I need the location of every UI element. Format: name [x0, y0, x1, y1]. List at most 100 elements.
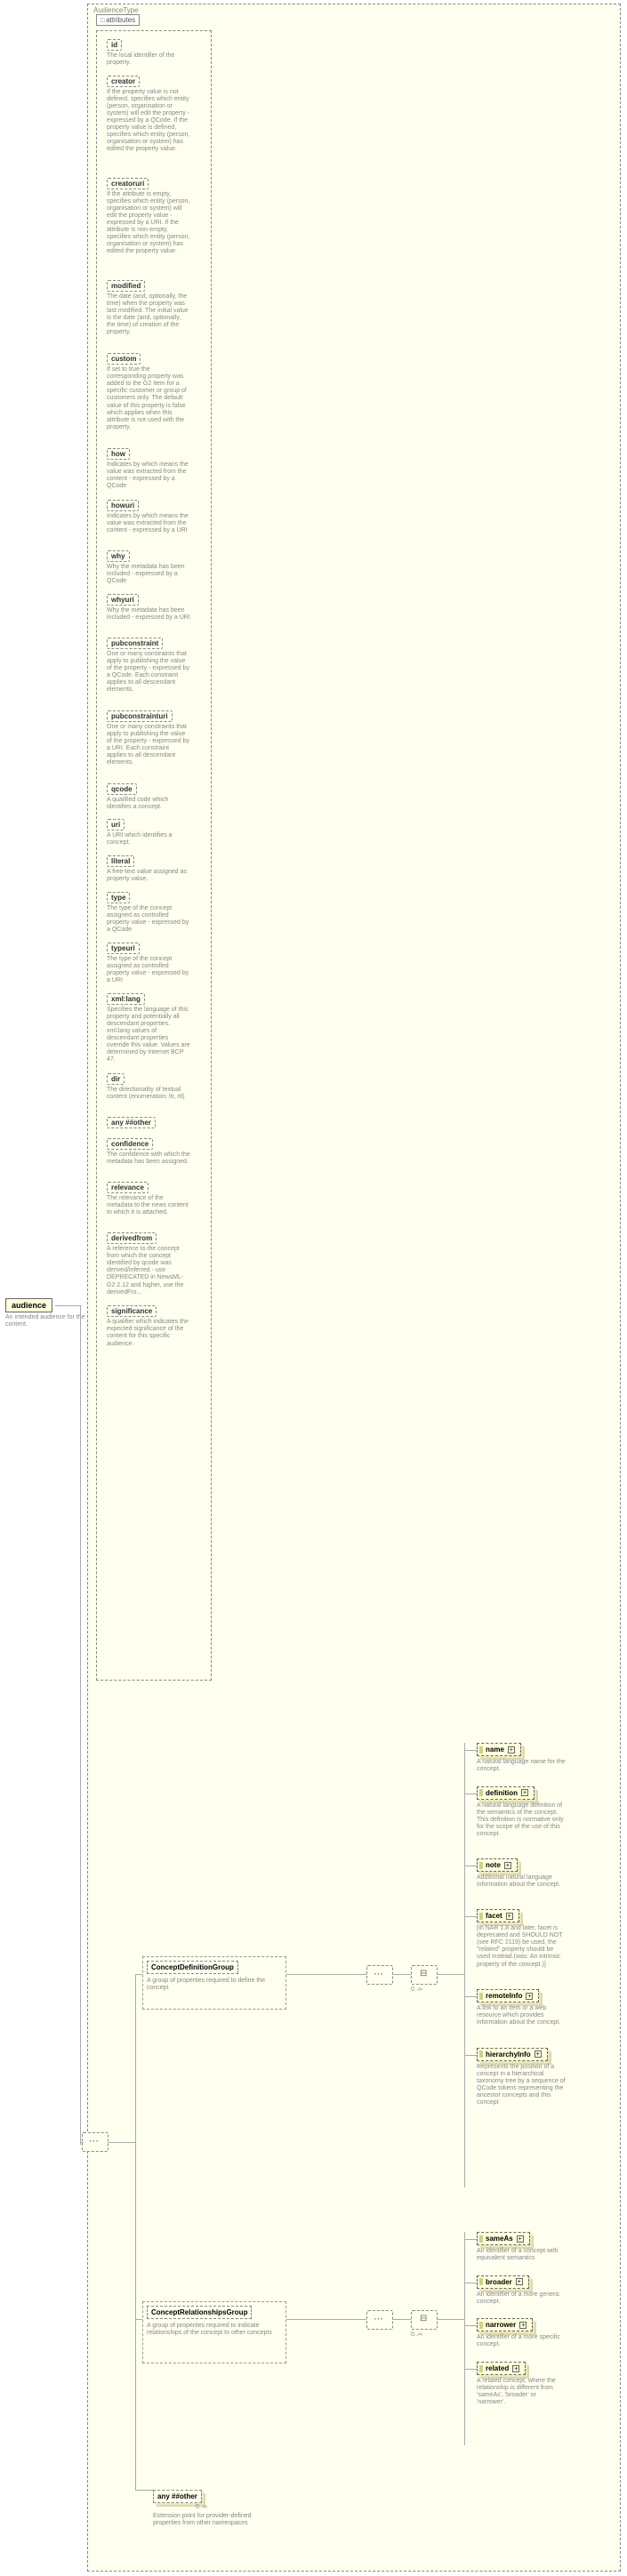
element-note: note+ — [477, 1858, 518, 1872]
attribute-description: If the attribute is empty, specifies whi… — [107, 191, 190, 255]
attribute-why: why Why the metadata has been included - … — [107, 550, 190, 585]
attribute-description: The local identifier of the property. — [107, 52, 190, 67]
attribute-name: xml:lang — [107, 993, 145, 1005]
connector — [464, 2055, 477, 2056]
attribute-description: Indicates by which means the value was e… — [107, 461, 190, 490]
attribute-description: A reference to the concept from which th… — [107, 1246, 190, 1296]
connector — [286, 1974, 366, 1975]
attribute-significance: significance A qualifier which indicates … — [107, 1305, 190, 1347]
element-name: sameAs — [486, 2235, 513, 2243]
expand-icon[interactable]: + — [526, 1993, 533, 2000]
occurs-label: 0..∞ — [411, 1986, 422, 1993]
group-desc: A group of properties required to define… — [143, 1978, 285, 1996]
attribute-name: whyuri — [107, 594, 139, 606]
definition-choice — [411, 1965, 438, 1985]
element-annotation: Additional natural language information … — [477, 1874, 566, 1889]
connector — [393, 2319, 411, 2320]
attribute-name: creatoruri — [107, 178, 149, 189]
attribute-name: significance — [107, 1305, 157, 1317]
attribute-confidence: confidence The confidence with which the … — [107, 1138, 190, 1166]
audience-element: audience — [5, 1298, 52, 1312]
concept-relationships-group: ConceptRelationshipsGroup A group of pro… — [142, 2301, 286, 2363]
expand-icon[interactable]: + — [535, 2050, 542, 2058]
attribute-name: confidence — [107, 1138, 153, 1150]
attribute-description: The type of the concept assigned as cont… — [107, 905, 190, 934]
attribute-description: A qualifier which indicates the expected… — [107, 1319, 190, 1347]
expand-icon[interactable]: + — [504, 1862, 511, 1869]
connector — [464, 1750, 477, 1751]
element-annotation: An identifier of a more generic concept. — [477, 2291, 566, 2306]
connector — [135, 2490, 153, 2491]
attribute-name: how — [107, 448, 130, 460]
element-sameAs: sameAs + — [477, 2232, 530, 2245]
connector — [135, 2319, 142, 2320]
attribute-how: howIndicates by which means the value wa… — [107, 448, 190, 490]
attribute-name: id — [107, 39, 122, 51]
attribute-description: One or many constraints that apply to pu… — [107, 651, 190, 694]
attribute-name: custom — [107, 353, 141, 365]
attribute-whyuri: whyuriWhy the metadata has been included… — [107, 594, 190, 622]
attribute-qcode: qcodeA qualified code which identifies a… — [107, 783, 190, 811]
expand-icon[interactable]: + — [521, 1789, 528, 1796]
attribute-description: The confidence with which the metadata h… — [107, 1152, 190, 1166]
any-label: any ##other — [157, 2492, 197, 2500]
attribute-pubconstraint: pubconstraint One or many constraints tha… — [107, 638, 190, 694]
occurs-label: 0..∞ — [196, 2504, 207, 2510]
element-name: hierarchyInfo — [486, 2050, 531, 2058]
expand-icon[interactable]: + — [519, 2322, 527, 2329]
element-name: name+ — [477, 1743, 521, 1756]
expand-icon[interactable]: + — [508, 1746, 515, 1753]
connector — [438, 2319, 464, 2320]
element-annotation: Represents the position of a concept in … — [477, 2064, 566, 2107]
element-name: related — [486, 2364, 509, 2372]
element-annotation: An identifier of a concept with equivale… — [477, 2248, 566, 2262]
connector — [464, 1996, 477, 1997]
attribute-literal: literalA free-text value assigned as pro… — [107, 855, 190, 883]
attribute-type: typeThe type of the concept assigned as … — [107, 892, 190, 934]
connector — [55, 1305, 82, 1306]
element-name: remoteInfo — [486, 1992, 522, 2000]
attribute-description: Why the metadata has been included - exp… — [107, 564, 190, 585]
element-remoteInfo: remoteInfo + — [477, 1989, 539, 2002]
connector — [286, 2319, 366, 2320]
attribute-name: relevance — [107, 1182, 149, 1193]
expand-icon[interactable]: + — [516, 2278, 523, 2285]
attribute-creatoruri: creatoruri If the attribute is empty, spe… — [107, 178, 190, 255]
audience-annotation: An intended audience for the content. — [5, 1314, 85, 1329]
attribute-name: modified — [107, 280, 145, 292]
expand-icon[interactable]: + — [506, 1913, 513, 1920]
attribute-modified: modifiedThe date (and, optionally, the t… — [107, 280, 190, 336]
attribute-name: pubconstraint — [107, 638, 163, 649]
root-sequence — [82, 2132, 109, 2152]
connector — [464, 2369, 477, 2370]
attribute-name: why — [107, 550, 130, 562]
element-narrower: narrower+ — [477, 2318, 533, 2331]
connector — [464, 1743, 465, 2187]
group-name: ConceptRelationshipsGroup — [147, 2306, 252, 2319]
connector — [464, 1916, 477, 1917]
attribute-id: idThe local identifier of the property. — [107, 39, 190, 67]
attribute-description: Indicates by which means the value was e… — [107, 513, 190, 534]
element-broader: broader+ — [477, 2275, 529, 2289]
attribute-description: A URI which identifies a concept. — [107, 832, 190, 847]
attribute-description: If set to true the corresponding propert… — [107, 366, 190, 430]
attribute-name: typeuri — [107, 943, 140, 954]
attributes-box: attributes — [96, 14, 140, 26]
expand-icon[interactable]: + — [517, 2235, 524, 2243]
element-annotation: A link to an item or a web resource whic… — [477, 2005, 566, 2026]
group-desc: A group of properites required to indica… — [143, 2323, 285, 2341]
connector — [109, 2142, 135, 2143]
element-annotation: A natural language definition of the sem… — [477, 1802, 566, 1838]
connector — [464, 2232, 465, 2445]
attribute-xml-lang: xml:langSpecifies the language of this p… — [107, 993, 190, 1063]
element-hierarchyInfo: hierarchyInfo + — [477, 2048, 548, 2061]
connector — [464, 2239, 477, 2240]
element-definition: definition+ — [477, 1786, 535, 1800]
attribute-creator: creatorIf the property value is not defi… — [107, 76, 190, 153]
attribute-description: If the property value is not defined, sp… — [107, 89, 190, 153]
connector — [135, 1974, 136, 2490]
attribute-howuri: howuriIndicates by which means the value… — [107, 500, 190, 534]
expand-icon[interactable]: + — [512, 2365, 519, 2372]
connector — [438, 1974, 464, 1975]
attribute-description: The date (and, optionally, the time) whe… — [107, 293, 190, 336]
